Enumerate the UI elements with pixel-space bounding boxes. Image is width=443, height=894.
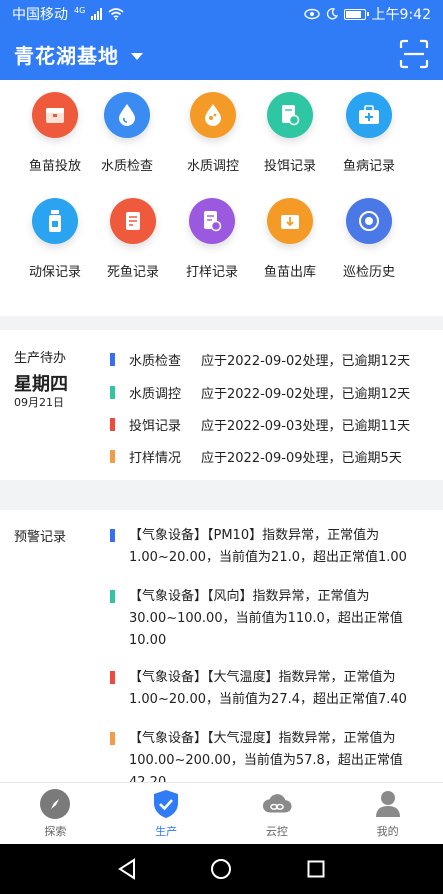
battery-icon (343, 8, 369, 20)
function-sampling[interactable]: 打样记录 (172, 198, 252, 280)
tab-cloud-control[interactable]: 云控 (222, 783, 333, 844)
tab-label: 探索 (44, 825, 67, 838)
signal-icon (91, 8, 103, 20)
back-icon[interactable] (112, 854, 142, 884)
clock-time: 上午9:42 (371, 7, 431, 23)
function-label: 鱼苗投放 (28, 159, 81, 174)
function-inspection-history[interactable]: 巡检历史 (329, 198, 409, 280)
moon-icon (326, 8, 338, 20)
todo-detail: 应于2022-09-03处理，已逾期11天 (201, 418, 411, 434)
color-bar (110, 732, 115, 745)
function-label: 打样记录 (185, 265, 238, 280)
compass-icon (40, 789, 71, 819)
note-edit-icon (110, 198, 156, 244)
weekday: 星期四 (14, 374, 68, 395)
bottom-tab-bar: 探索 生产 云控 我的 (0, 782, 443, 844)
todo-name: 水质调控 (129, 386, 182, 402)
color-bar (110, 590, 115, 603)
bottle-icon (32, 198, 78, 244)
top-bar: 青花湖基地 (0, 28, 443, 80)
todo-detail: 应于2022-09-02处理，已逾期12天 (201, 353, 411, 369)
todo-item[interactable]: 打样情况 应于2022-09-09处理，已逾期5天 (110, 446, 402, 466)
water-drop-icon (104, 92, 150, 138)
function-label: 巡检历史 (342, 265, 395, 280)
system-nav-bar (0, 844, 443, 894)
warning-text: 【气象设备】【大气温度】指数异常，正常值为1.00~20.00，当前值为27.4… (129, 670, 407, 707)
warning-item[interactable]: 【气象设备】【大气湿度】指数异常，正常值为100.00~200.00，当前值为5… (110, 728, 426, 782)
tab-label: 云控 (265, 825, 288, 838)
drop-bubbles-icon (190, 92, 236, 138)
function-fish-disease[interactable]: 鱼病记录 (329, 92, 409, 174)
todo-detail: 应于2022-09-02处理，已逾期12天 (201, 386, 411, 402)
todo-item[interactable]: 水质检查 应于2022-09-02处理，已逾期12天 (110, 349, 410, 369)
warning-title: 预警记录 (14, 530, 67, 545)
color-bar (110, 417, 115, 431)
function-label: 鱼病记录 (342, 159, 395, 174)
function-feeding[interactable]: 投饵记录 (250, 92, 330, 174)
wifi-icon (108, 8, 124, 20)
todo-item[interactable]: 水质调控 应于2022-09-02处理，已逾期12天 (110, 382, 410, 402)
document-clock-icon (267, 92, 313, 138)
color-bar (110, 529, 115, 542)
carrier-label: 中国移动 (12, 7, 68, 23)
todo-name: 打样情况 (129, 450, 182, 466)
todo-title: 生产待办 (14, 351, 67, 366)
outbox-icon (267, 198, 313, 244)
target-icon (346, 198, 392, 244)
function-grid: 鱼苗投放 水质检查 水质调控 投饵记录 鱼病记录 动保记录 死鱼记录 打样记录 … (0, 80, 443, 316)
color-bar (110, 352, 115, 366)
warning-item[interactable]: 【气象设备】【大气温度】指数异常，正常值为1.00~20.00，当前值为27.4… (110, 667, 426, 711)
tab-label: 我的 (376, 825, 399, 838)
tab-mine[interactable]: 我的 (332, 783, 443, 844)
network-type: 4G (74, 5, 86, 15)
function-label: 投饵记录 (263, 159, 316, 174)
todo-item[interactable]: 投饵记录 应于2022-09-03处理，已逾期11天 (110, 414, 410, 434)
todo-detail: 应于2022-09-09处理，已逾期5天 (201, 450, 402, 466)
function-fry-outbound[interactable]: 鱼苗出库 (250, 198, 330, 280)
chevron-down-icon[interactable] (131, 52, 143, 60)
warning-item[interactable]: 【气象设备】【PM10】指数异常，正常值为1.00~20.00，当前值为21.0… (110, 525, 426, 569)
function-water-adjust[interactable]: 水质调控 (173, 92, 253, 174)
function-label: 鱼苗出库 (263, 265, 316, 280)
function-label: 动保记录 (28, 265, 81, 280)
todo-card: 生产待办 星期四 09月21日 水质检查 应于2022-09-02处理，已逾期1… (0, 330, 443, 480)
todo-name: 投饵记录 (129, 418, 182, 434)
function-label: 水质调控 (186, 159, 239, 174)
cloud-link-icon (262, 789, 292, 819)
warning-text: 【气象设备】【PM10】指数异常，正常值为1.00~20.00，当前值为21.0… (129, 528, 407, 565)
shield-check-icon (151, 789, 181, 819)
document-search-icon (189, 198, 235, 244)
function-label: 水质检查 (100, 159, 153, 174)
warning-item[interactable]: 【气象设备】【风向】指数异常，正常值为30.00~100.00，当前值为110.… (110, 586, 426, 652)
status-bar: 中国移动 4G 上午9:42 (0, 0, 443, 28)
tab-explore[interactable]: 探索 (0, 783, 111, 844)
warning-text: 【气象设备】【大气湿度】指数异常，正常值为100.00~200.00，当前值为5… (129, 731, 403, 782)
function-label: 死鱼记录 (106, 265, 159, 280)
color-bar (110, 385, 115, 399)
home-icon[interactable] (206, 854, 236, 884)
base-name[interactable]: 青花湖基地 (14, 40, 119, 69)
todo-name: 水质检查 (129, 353, 182, 369)
color-bar (110, 671, 115, 684)
warning-text: 【气象设备】【风向】指数异常，正常值为30.00~100.00，当前值为110.… (129, 589, 403, 648)
function-dead-fish[interactable]: 死鱼记录 (93, 198, 173, 280)
recent-apps-icon[interactable] (301, 854, 331, 884)
function-fry-release[interactable]: 鱼苗投放 (15, 92, 95, 174)
tab-production[interactable]: 生产 (111, 783, 222, 844)
tab-label: 生产 (155, 825, 178, 838)
function-water-check[interactable]: 水质检查 (87, 92, 167, 174)
warning-card: 预警记录 【气象设备】【PM10】指数异常，正常值为1.00~20.00，当前值… (0, 510, 443, 782)
function-animal-protection[interactable]: 动保记录 (15, 198, 95, 280)
user-icon (373, 789, 403, 819)
eye-icon (303, 8, 320, 20)
medical-kit-icon (346, 92, 392, 138)
box-icon (32, 92, 78, 138)
date: 09月21日 (14, 396, 64, 409)
scan-icon[interactable] (399, 39, 429, 69)
color-bar (110, 449, 115, 463)
